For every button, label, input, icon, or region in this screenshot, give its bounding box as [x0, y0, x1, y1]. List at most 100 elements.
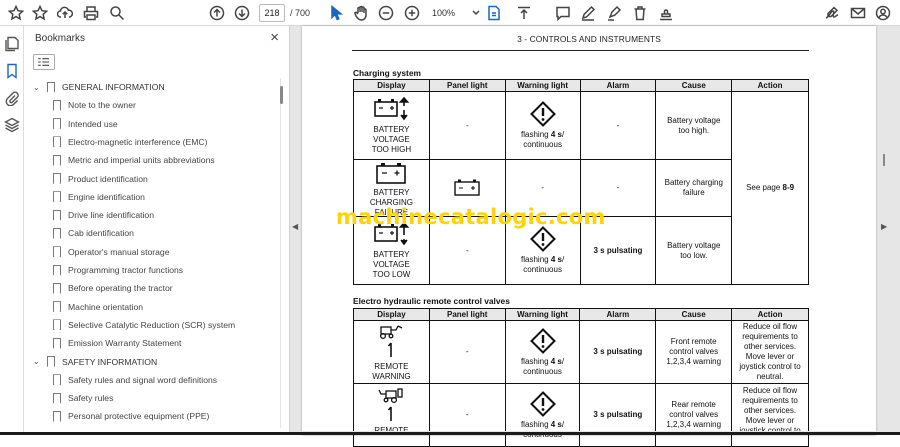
bookmark-icon — [53, 173, 61, 184]
attachments-icon[interactable] — [4, 90, 20, 107]
pen-draw-icon[interactable] — [578, 3, 598, 23]
bookmark-item[interactable]: Electro-magnetic interference (EMC) — [53, 133, 207, 151]
table-row: BATTERY VOLTAGE TOO HIGH - flashing 4 s/… — [353, 91, 809, 285]
battery-panel-icon — [454, 179, 480, 196]
bookmark-icon — [53, 99, 61, 111]
bookmark-item[interactable]: Drive line identification — [53, 206, 154, 224]
cause-text: Battery voltage — [667, 115, 721, 125]
bookmark-item[interactable]: Safety rules — [53, 389, 113, 407]
action-cell: Reduce oil flow requirements to other se… — [731, 383, 809, 447]
bookmark-label: Personal protective equipment (PPE) — [68, 411, 210, 422]
stamp-icon[interactable] — [656, 3, 676, 23]
bookmark-item[interactable]: Machine orientation — [53, 298, 143, 316]
cause-text: Rear remote — [671, 400, 716, 409]
bookmark-icon — [53, 410, 61, 422]
bookmark-item[interactable]: Product identification — [53, 170, 148, 188]
bookmark-item[interactable]: Before operating the tractor — [53, 279, 173, 297]
page-down-icon[interactable] — [232, 3, 252, 23]
bookmark-icon — [47, 356, 55, 367]
account-icon[interactable] — [873, 3, 893, 23]
display-cell: REMOTE — [353, 383, 430, 447]
zoom-search-icon[interactable] — [107, 3, 127, 23]
warning-separator: / — [561, 130, 565, 139]
mail-icon[interactable] — [848, 3, 868, 23]
bookmark-icon — [53, 118, 61, 130]
comment-icon[interactable] — [553, 3, 573, 23]
collapse-left-icon[interactable]: ◀ — [292, 222, 298, 231]
page-number-input[interactable]: 218 — [259, 4, 285, 22]
bookmarks-panel-icon[interactable] — [4, 63, 20, 79]
zoom-level-select[interactable]: 100% — [432, 4, 470, 22]
page-display-icon[interactable] — [484, 3, 504, 23]
action-text: other services. — [744, 406, 797, 415]
bookmark-label: Programming tractor functions — [68, 265, 184, 275]
print-icon[interactable] — [81, 3, 101, 23]
layers-icon[interactable] — [4, 117, 20, 133]
bookmark-item[interactable]: Intended use — [53, 115, 118, 133]
warning-light-cell: flashing 4 s/ continuous — [504, 91, 581, 160]
bookmark-item[interactable]: Safety rules and signal word definitions — [53, 371, 217, 389]
collapse-right-icon[interactable]: ▶ — [881, 222, 887, 231]
cause-text: 1,2,3,4 warning — [666, 357, 722, 366]
action-page-ref: 8-9 — [782, 183, 795, 192]
chevron-down-icon[interactable]: ⌄ — [33, 357, 43, 366]
bookmark-label: Engine identification — [68, 191, 145, 202]
bookmark-add-icon[interactable] — [30, 3, 50, 23]
zoom-out-icon[interactable] — [376, 3, 396, 23]
bookmark-section[interactable]: ⌄ GENERAL INFORMATION — [33, 78, 165, 96]
warning-diamond-icon — [529, 226, 556, 252]
star-icon[interactable] — [6, 3, 26, 23]
hand-tool-icon[interactable] — [351, 3, 371, 23]
highlight-icon[interactable] — [604, 3, 624, 23]
bookmark-item[interactable]: Selective Catalytic Reduction (SCR) syst… — [53, 316, 235, 334]
bookmark-item[interactable]: Metric and imperial units abbreviations — [53, 151, 215, 169]
bookmarks-scrollbar[interactable] — [280, 86, 283, 104]
bookmark-section[interactable]: ⌄ SAFETY INFORMATION — [33, 353, 157, 371]
display-label: BATTERY — [373, 250, 410, 259]
trash-icon[interactable] — [630, 3, 650, 23]
document-viewer[interactable]: ◀ ▶ 3 - CONTROLS AND INSTRUMENTS Chargin… — [290, 26, 900, 447]
warning-mode: continuous — [523, 265, 562, 274]
bookmark-icon — [53, 282, 61, 294]
header-rule — [352, 50, 809, 51]
page-scroll-indicator[interactable] — [883, 154, 885, 166]
warning-light-cell: flashing 4 s/ continuous — [504, 320, 581, 384]
warning-separator: / — [561, 356, 565, 366]
chevron-down-icon[interactable]: ⌄ — [33, 83, 43, 92]
bookmark-item[interactable]: Note to the owner — [53, 96, 136, 114]
bookmark-label: Cab identification — [68, 228, 134, 239]
bookmark-icon — [53, 374, 61, 386]
page-up-icon[interactable] — [207, 3, 227, 23]
select-cursor-icon[interactable] — [326, 3, 346, 23]
alarm-cell: - — [579, 91, 657, 160]
zoom-in-icon[interactable] — [402, 3, 422, 23]
warning-diamond-icon — [529, 327, 556, 354]
table-header-row: Display Panel light Warning light Alarm … — [353, 79, 809, 92]
bookmark-item[interactable]: Cab identification — [53, 224, 134, 242]
close-panel-icon[interactable]: × — [270, 29, 279, 46]
zoom-dropdown-icon[interactable] — [466, 3, 486, 23]
action-text: See page — [746, 183, 783, 192]
col-alarm: Alarm — [579, 308, 657, 321]
table-header-row: Display Panel light Warning light Alarm … — [353, 308, 809, 321]
charging-system-table: Display Panel light Warning light Alarm … — [353, 79, 809, 285]
warning-mode: continuous — [523, 366, 562, 376]
bookmark-item[interactable]: Programming tractor functions — [53, 261, 183, 279]
col-warning-light: Warning light — [504, 79, 581, 92]
display-label: BATTERY — [373, 187, 410, 197]
bookmark-item[interactable]: Personal protective equipment (PPE) — [53, 407, 209, 425]
cloud-upload-icon[interactable] — [55, 3, 75, 23]
col-panel-light: Panel light — [428, 308, 506, 321]
page-thumbnails-icon[interactable] — [4, 36, 20, 52]
bookmark-label: Operator's manual storage — [68, 246, 170, 257]
panel-light-cell: - — [428, 320, 506, 384]
bookmark-item[interactable]: Emission Warranty Statement — [53, 334, 181, 352]
alarm-cell: 3 s pulsating — [579, 320, 657, 384]
bookmark-options-button[interactable] — [33, 54, 55, 70]
sign-icon[interactable] — [822, 3, 842, 23]
bookmark-item[interactable]: Operator's manual storage — [53, 243, 169, 261]
bookmark-item[interactable]: Engine identification — [53, 188, 145, 206]
watermark-text: machinecatalogic.com — [336, 205, 606, 229]
col-display: Display — [353, 308, 430, 321]
scroll-mode-icon[interactable] — [514, 3, 534, 23]
